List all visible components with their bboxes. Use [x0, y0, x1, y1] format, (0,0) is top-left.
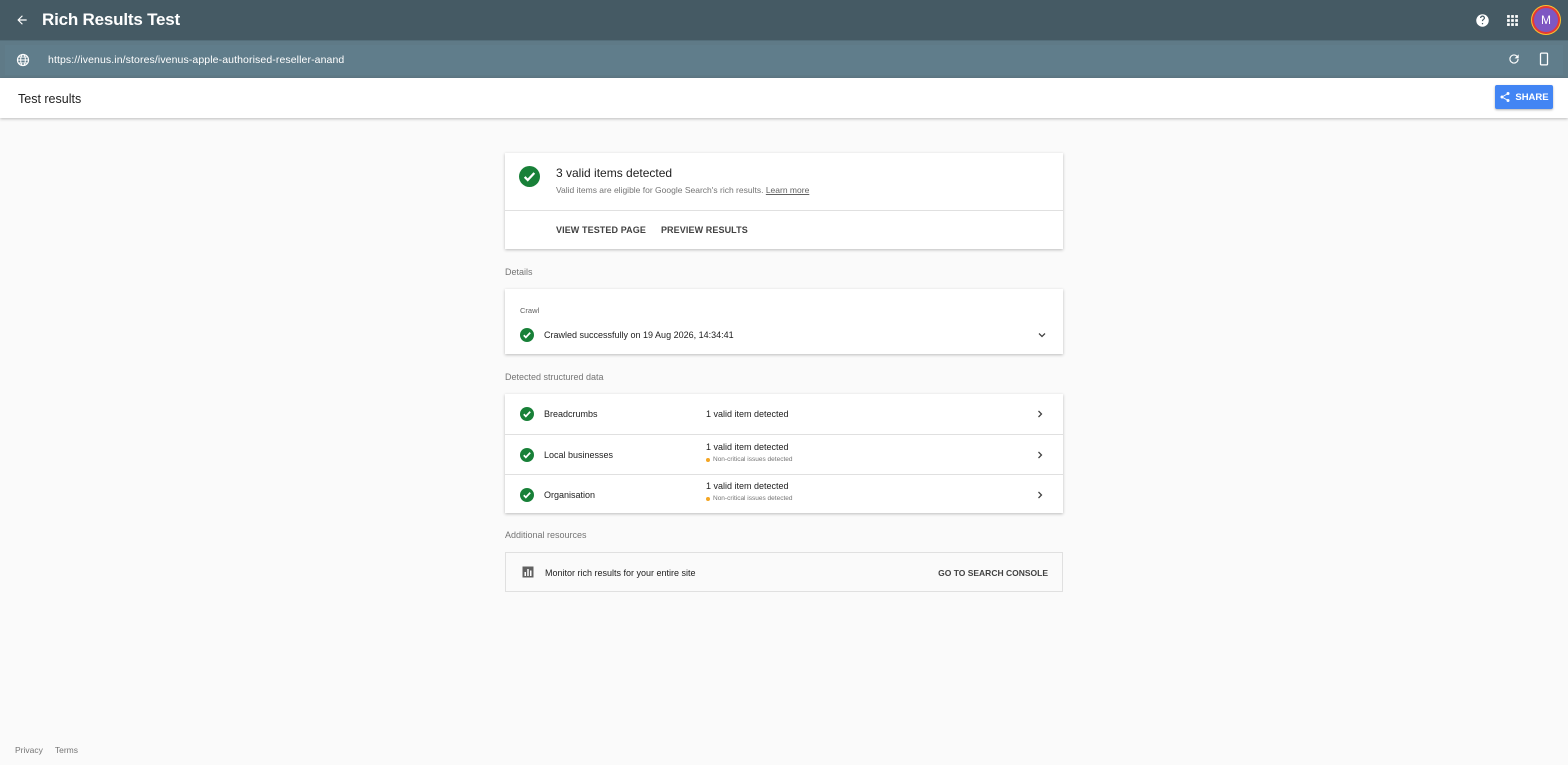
help-icon[interactable] [1474, 12, 1490, 28]
preview-results-button[interactable]: PREVIEW RESULTS [661, 225, 748, 235]
warning-dot-icon [706, 496, 710, 501]
chevron-right-icon [1038, 491, 1043, 499]
summary-card: 3 valid items detected Valid items are e… [505, 153, 1063, 249]
warning-label: Non-critical issues detected [713, 495, 793, 502]
item-status: 1 valid item detected [706, 481, 789, 491]
globe-icon [16, 53, 30, 67]
detected-data-card: Breadcrumbs 1 valid item detected Local … [505, 394, 1063, 513]
check-circle-icon [519, 166, 540, 187]
chevron-right-icon [1038, 410, 1043, 418]
detected-item-breadcrumbs[interactable]: Breadcrumbs 1 valid item detected [505, 394, 1063, 434]
item-name: Local businesses [544, 450, 614, 460]
crawl-label: Crawl [520, 306, 540, 315]
detected-item-local-businesses[interactable]: Local businesses 1 valid item detected N… [505, 434, 1063, 474]
share-icon [1500, 92, 1510, 102]
chevron-right-icon [1038, 451, 1043, 459]
refresh-icon[interactable] [1507, 52, 1521, 66]
crawl-card[interactable]: Crawl Crawled successfully on 19 Aug 202… [505, 289, 1063, 354]
resources-section-label: Additional resources [505, 530, 587, 540]
divider [505, 210, 1063, 211]
item-status: 1 valid item detected [706, 409, 789, 419]
learn-more-link[interactable]: Learn more [766, 185, 809, 195]
item-warning: Non-critical issues detected [706, 495, 792, 502]
view-tested-page-button[interactable]: VIEW TESTED PAGE [556, 225, 646, 235]
share-button[interactable]: SHARE [1495, 85, 1553, 109]
apps-grid-icon[interactable] [1504, 12, 1520, 28]
check-circle-icon [520, 407, 534, 421]
valid-items-headline: 3 valid items detected [556, 166, 673, 180]
privacy-link[interactable]: Privacy [15, 745, 43, 755]
details-section-label: Details [505, 267, 533, 277]
app-title: Rich Results Test [42, 10, 180, 29]
tested-url[interactable]: https://ivenus.in/stores/ivenus-apple-au… [48, 54, 344, 66]
account-avatar[interactable]: M [1534, 8, 1558, 32]
warning-dot-icon [706, 457, 710, 462]
back-arrow-icon[interactable] [12, 10, 32, 30]
url-bar: https://ivenus.in/stores/ivenus-apple-au… [0, 40, 1568, 78]
warning-label: Non-critical issues detected [713, 456, 793, 463]
detected-section-label: Detected structured data [505, 372, 604, 382]
resources-card: Monitor rich results for your entire sit… [505, 552, 1063, 592]
mobile-device-icon[interactable] [1537, 52, 1551, 66]
item-name: Breadcrumbs [544, 409, 598, 419]
crawl-status: Crawled successfully on 19 Aug 2026, 14:… [544, 330, 734, 340]
terms-link[interactable]: Terms [55, 745, 78, 755]
check-circle-icon [520, 448, 534, 462]
monitor-text: Monitor rich results for your entire sit… [545, 568, 696, 578]
footer: Privacy Terms [15, 745, 78, 755]
results-header: Test results SHARE [0, 78, 1568, 118]
check-circle-icon [520, 328, 534, 342]
bar-chart-icon [522, 566, 534, 578]
item-name: Organisation [544, 490, 596, 500]
valid-items-subtext: Valid items are eligible for Google Sear… [556, 185, 809, 195]
share-label: SHARE [1515, 91, 1549, 103]
check-circle-icon [520, 488, 534, 502]
chevron-down-icon[interactable] [1036, 329, 1048, 341]
page-title: Test results [18, 92, 82, 106]
item-status: 1 valid item detected [706, 442, 789, 452]
go-to-search-console-button[interactable]: GO TO SEARCH CONSOLE [938, 568, 1048, 578]
detected-item-organisation[interactable]: Organisation 1 valid item detected Non-c… [505, 474, 1063, 514]
app-bar: Rich Results Test M [0, 0, 1568, 40]
subtext-label: Valid items are eligible for Google Sear… [556, 185, 764, 195]
item-warning: Non-critical issues detected [706, 456, 792, 463]
